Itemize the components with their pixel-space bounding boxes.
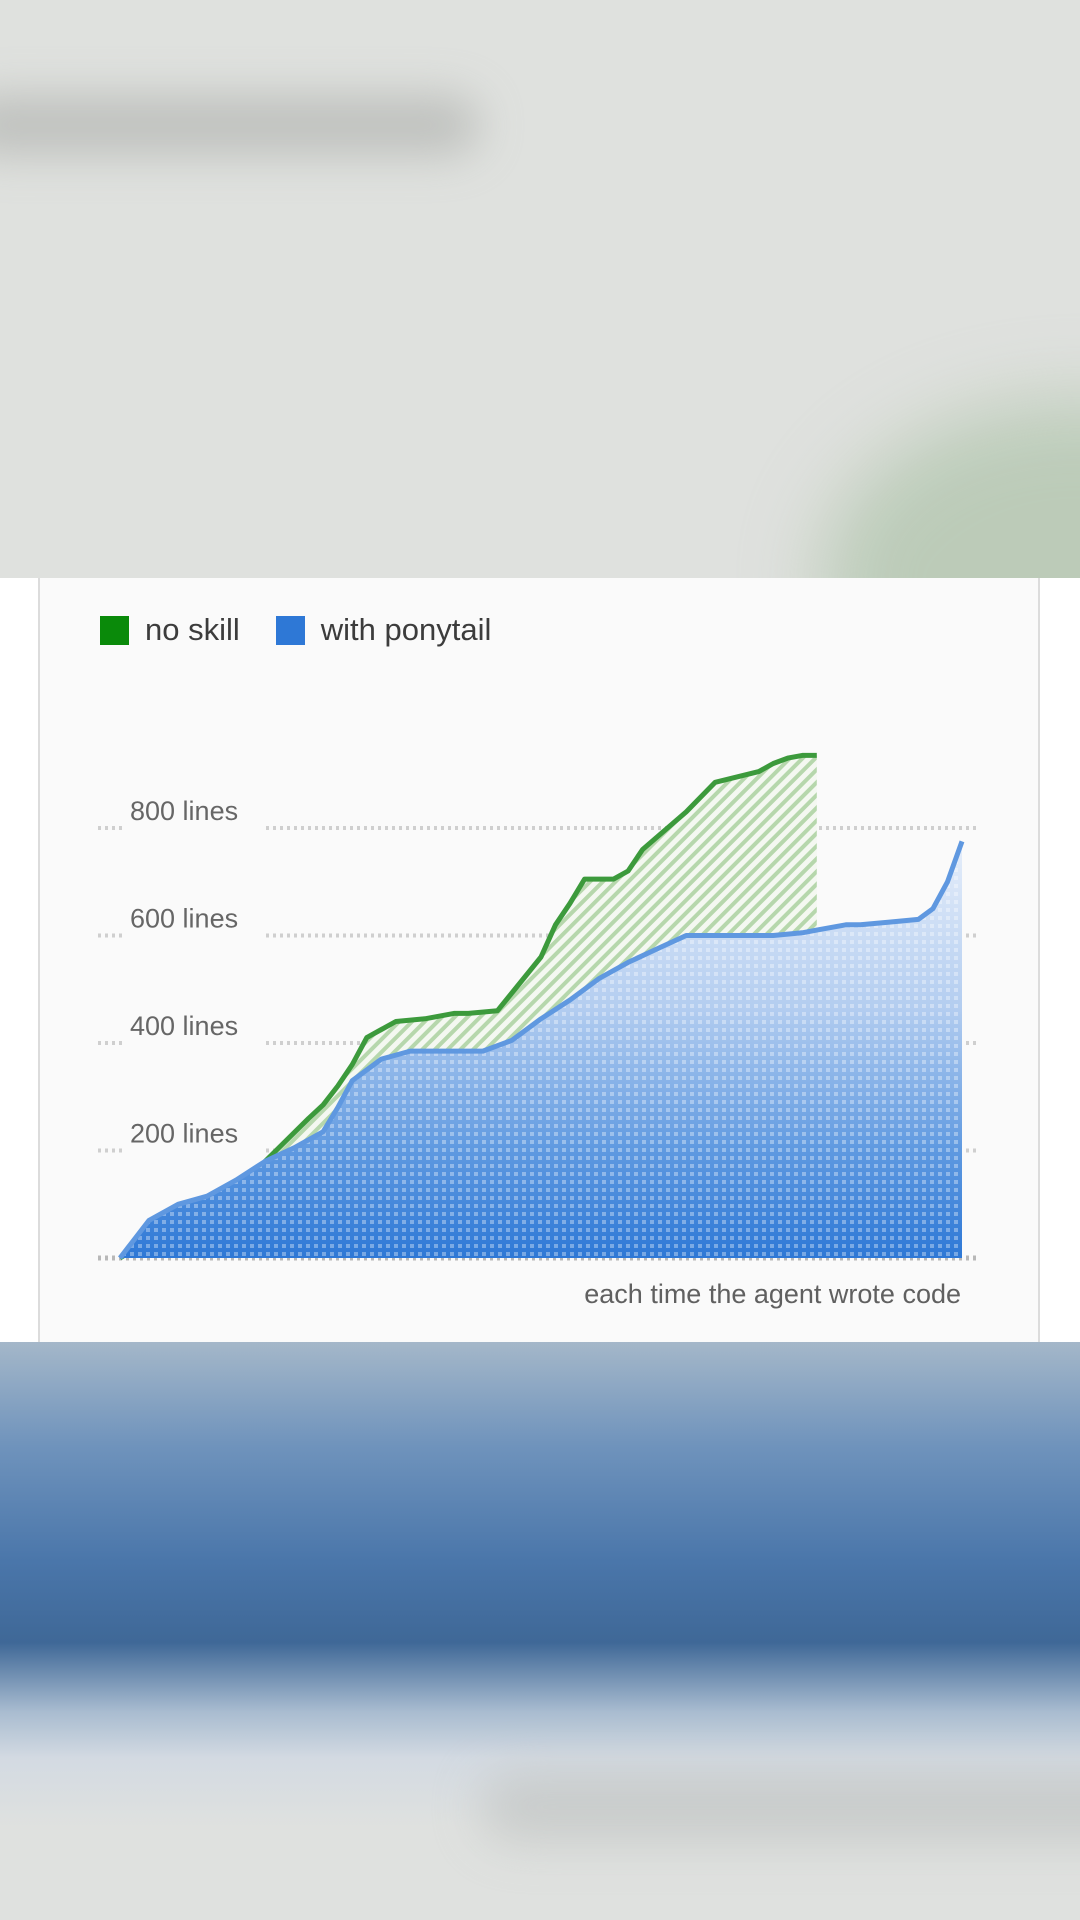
y-tick-label: 800 lines (130, 796, 238, 826)
blurred-text-shape (480, 1772, 1080, 1842)
blurred-title-shape (0, 95, 480, 155)
chart-card: no skill with ponytail 200 lines 400 lin… (0, 578, 1080, 1342)
y-tick-label: 600 lines (130, 904, 238, 934)
x-axis-label: each time the agent wrote code (584, 1279, 961, 1309)
blurred-background-top (0, 0, 1080, 578)
y-tick-label: 200 lines (130, 1119, 238, 1149)
blurred-background-bottom (0, 1342, 1080, 1920)
blurred-corner-shape (820, 400, 1080, 578)
y-tick-labels: 200 lines 400 lines 600 lines 800 lines (122, 790, 264, 1153)
area-chart: 200 lines 400 lines 600 lines 800 lines eac… (98, 752, 978, 1309)
y-tick-label: 400 lines (130, 1011, 238, 1041)
